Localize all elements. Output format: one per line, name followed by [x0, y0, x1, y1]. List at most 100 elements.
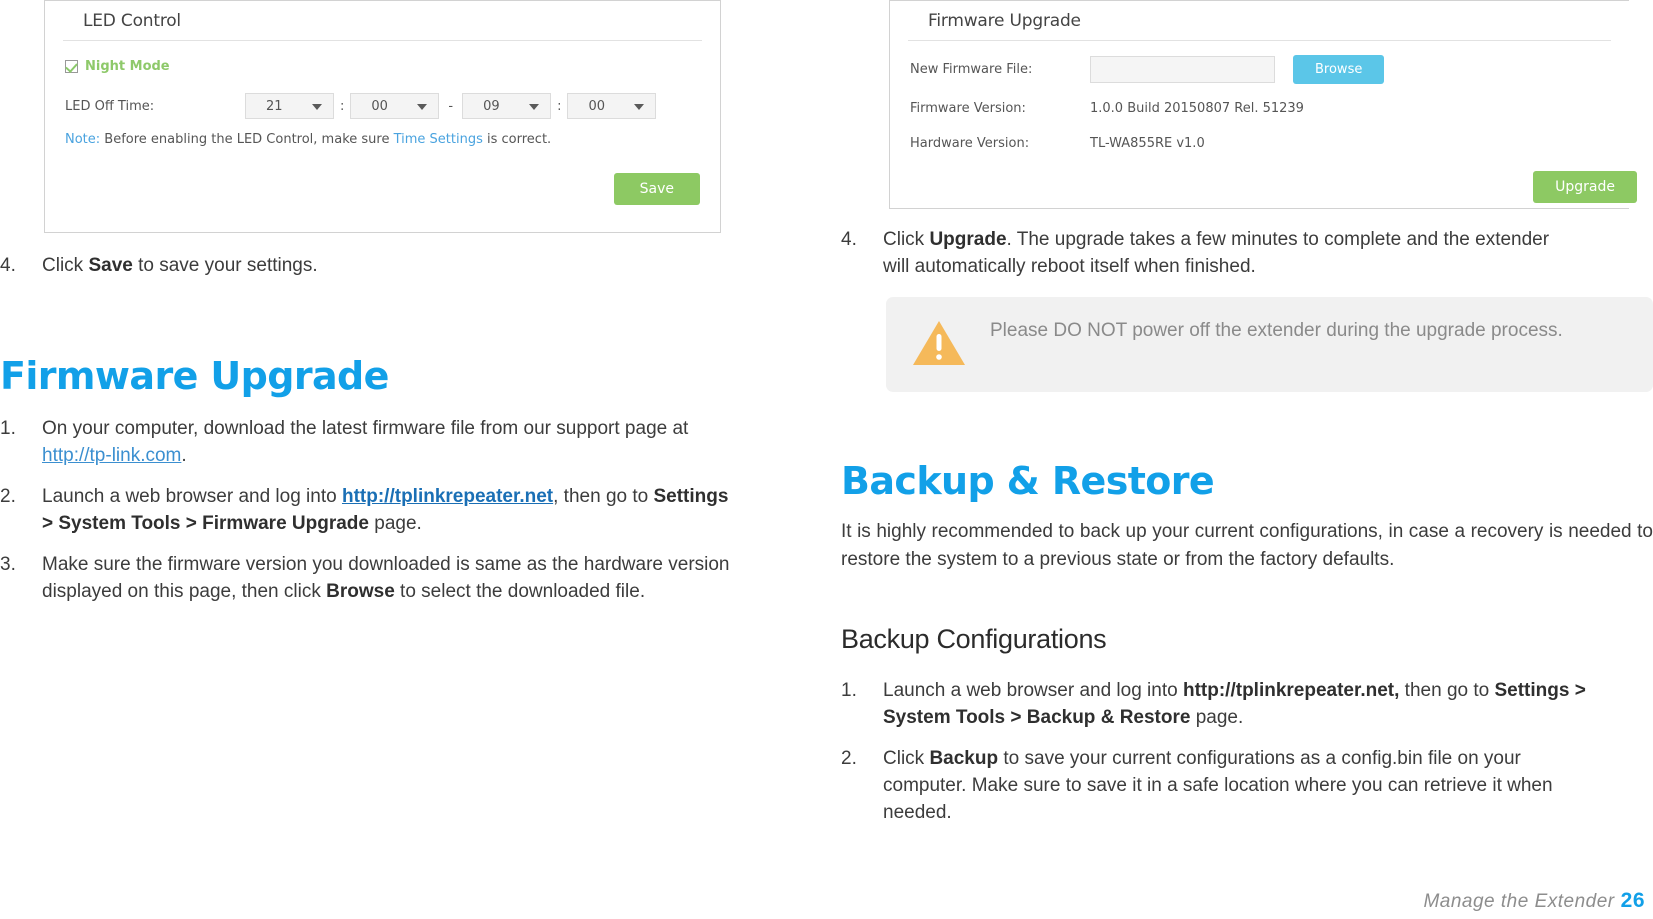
right-backup-step-1: 1. Launch a web browser and log into htt… [841, 677, 1631, 731]
start-minute-value: 00 [371, 98, 388, 114]
hardware-version-label: Hardware Version: [910, 135, 1030, 151]
note-keyword: Note: [65, 132, 101, 147]
led-off-time-label: LED Off Time: [65, 98, 155, 114]
firmware-version-label: Firmware Version: [910, 100, 1026, 116]
left-step-1-part2: . [181, 445, 187, 466]
chevron-down-icon[interactable] [634, 104, 645, 110]
left-step-4-pre: Click [42, 255, 89, 276]
warning-callout: Please DO NOT power off the extender dur… [886, 297, 1653, 392]
right-step-4-pre: Click [883, 229, 930, 250]
night-mode-label: Night Mode [85, 58, 170, 74]
tplink-com-link[interactable]: http://tp-link.com [42, 445, 181, 466]
upgrade-button-row: Upgrade [910, 167, 1637, 209]
firmware-file-input[interactable] [1090, 56, 1275, 83]
time-settings-link[interactable]: Time Settings [394, 132, 483, 147]
left-step-3-bold: Browse [326, 581, 395, 602]
chevron-down-icon[interactable] [312, 104, 322, 110]
left-step-3-text: Make sure the firmware version you downl… [42, 551, 740, 605]
led-save-button-row: Save [65, 151, 700, 211]
led-control-title: LED Control [63, 1, 702, 41]
start-minute-select[interactable]: 00 [350, 93, 440, 119]
night-mode-checkbox[interactable]: Night Mode [65, 59, 170, 74]
left-step-2-text: Launch a web browser and log into http:/… [42, 483, 740, 537]
left-step-1-text: On your computer, download the latest fi… [42, 415, 725, 469]
left-step-1-number: 1. [0, 418, 16, 439]
right-backup-step-2-part1: Click [883, 748, 930, 769]
left-step-4-number: 4. [0, 255, 16, 276]
document-page: LED Control Night Mode LED Off Time: 21 … [0, 0, 1653, 919]
browse-button[interactable]: Browse [1293, 55, 1385, 84]
end-hour-value: 09 [483, 98, 500, 114]
end-hour-select[interactable]: 09 [462, 93, 552, 119]
tplinkrepeater-net-link[interactable]: http://tplinkrepeater.net [342, 486, 553, 507]
tplinkrepeater-net-bold[interactable]: http://tplinkrepeater.net, [1183, 680, 1399, 701]
right-backup-step-2-number: 2. [841, 748, 857, 769]
right-backup-step-2-text: Click Backup to save your current config… [883, 745, 1601, 826]
chevron-down-icon[interactable] [417, 104, 428, 110]
chevron-down-icon[interactable] [529, 104, 540, 110]
right-backup-step-1-part2: then go to [1399, 680, 1495, 701]
right-step-4-text: Click Upgrade. The upgrade takes a few m… [883, 226, 1571, 280]
new-firmware-file-label: New Firmware File: [910, 62, 1033, 77]
right-column: Firmware Upgrade New Firmware File: Brow… [830, 0, 1653, 919]
led-control-panel: LED Control Night Mode LED Off Time: 21 … [44, 0, 721, 233]
firmware-upgrade-panel: Firmware Upgrade New Firmware File: Brow… [889, 0, 1637, 209]
led-off-time-row: LED Off Time: 21 : 00 - 09 : 00 [65, 93, 700, 119]
left-step-2-part2: , then go to [553, 486, 654, 507]
footer-chapter-title: Manage the Extender [1423, 891, 1615, 912]
backup-restore-intro: It is highly recommended to back up your… [841, 521, 1653, 570]
hardware-version-row: Hardware Version: TL-WA855RE v1.0 [910, 132, 1609, 154]
checkbox-checked-icon[interactable] [65, 59, 78, 73]
left-step-2-number: 2. [0, 486, 16, 507]
note-text-before: Before enabling the LED Control, make su… [104, 132, 390, 147]
right-backup-step-2: 2. Click Backup to save your current con… [841, 745, 1601, 826]
backup-configurations-subheading: Backup Configurations [841, 624, 1107, 654]
page-footer: Manage the Extender 26 [1423, 889, 1645, 913]
time-colon-1: : [340, 98, 345, 114]
left-step-3-part2: to select the downloaded file. [394, 581, 646, 602]
save-button[interactable]: Save [613, 173, 700, 205]
firmware-version-row: Firmware Version: 1.0.0 Build 20150807 R… [910, 97, 1609, 119]
right-backup-step-2-bold: Backup [929, 748, 999, 769]
note-text-after: is correct. [487, 132, 552, 147]
right-backup-step-1-number: 1. [841, 680, 857, 701]
right-backup-step-1-part1: Launch a web browser and log into [883, 680, 1183, 701]
time-range-dash: - [448, 98, 454, 114]
page-number: 26 [1620, 889, 1645, 912]
end-minute-value: 00 [588, 98, 606, 114]
left-step-2-part1: Launch a web browser and log into [42, 486, 342, 507]
left-column: LED Control Night Mode LED Off Time: 21 … [0, 0, 760, 919]
right-step-4-bold: Upgrade [929, 229, 1007, 250]
start-hour-value: 21 [266, 98, 283, 114]
right-backup-step-1-text: Launch a web browser and log into http:/… [883, 677, 1631, 731]
left-step-4-text: Click Save to save your settings. [42, 252, 740, 279]
left-step-3-number: 3. [0, 554, 16, 575]
hardware-version-value: TL-WA855RE v1.0 [1090, 135, 1205, 151]
right-backup-step-1-part3: page. [1190, 707, 1244, 728]
right-step-4-number: 4. [841, 229, 857, 250]
warning-text: Please DO NOT power off the extender dur… [990, 320, 1563, 341]
end-minute-select[interactable]: 00 [567, 93, 657, 119]
left-step-4: 4. Click Save to save your settings. [0, 252, 740, 279]
left-step-4-post: to save your settings. [132, 255, 318, 276]
left-step-1-part1: On your computer, download the latest fi… [42, 418, 689, 439]
left-step-2-part3: page. [368, 513, 422, 534]
left-step-2: 2. Launch a web browser and log into htt… [0, 483, 740, 537]
time-colon-2: : [557, 98, 562, 114]
firmware-upgrade-panel-title: Firmware Upgrade [908, 1, 1611, 41]
firmware-upgrade-body: New Firmware File: Browse Firmware Versi… [890, 41, 1637, 217]
left-step-4-bold: Save [88, 255, 133, 276]
left-step-3: 3. Make sure the firmware version you do… [0, 551, 740, 605]
new-firmware-file-row: New Firmware File: Browse [910, 55, 1609, 84]
warning-triangle-icon [912, 319, 966, 372]
night-mode-row: Night Mode [65, 55, 700, 77]
firmware-version-value: 1.0.0 Build 20150807 Rel. 51239 [1090, 100, 1304, 116]
led-control-body: Night Mode LED Off Time: 21 : 00 - 09: … [45, 41, 720, 219]
firmware-upgrade-heading: Firmware Upgrade [0, 354, 389, 398]
left-step-1: 1. On your computer, download the latest… [0, 415, 725, 469]
backup-restore-heading: Backup & Restore [841, 459, 1215, 503]
led-control-note: Note: Before enabling the LED Control, m… [65, 132, 700, 147]
right-step-4: 4. Click Upgrade. The upgrade takes a fe… [841, 226, 1571, 280]
upgrade-button[interactable]: Upgrade [1533, 171, 1637, 203]
start-hour-select[interactable]: 21 [245, 93, 334, 119]
